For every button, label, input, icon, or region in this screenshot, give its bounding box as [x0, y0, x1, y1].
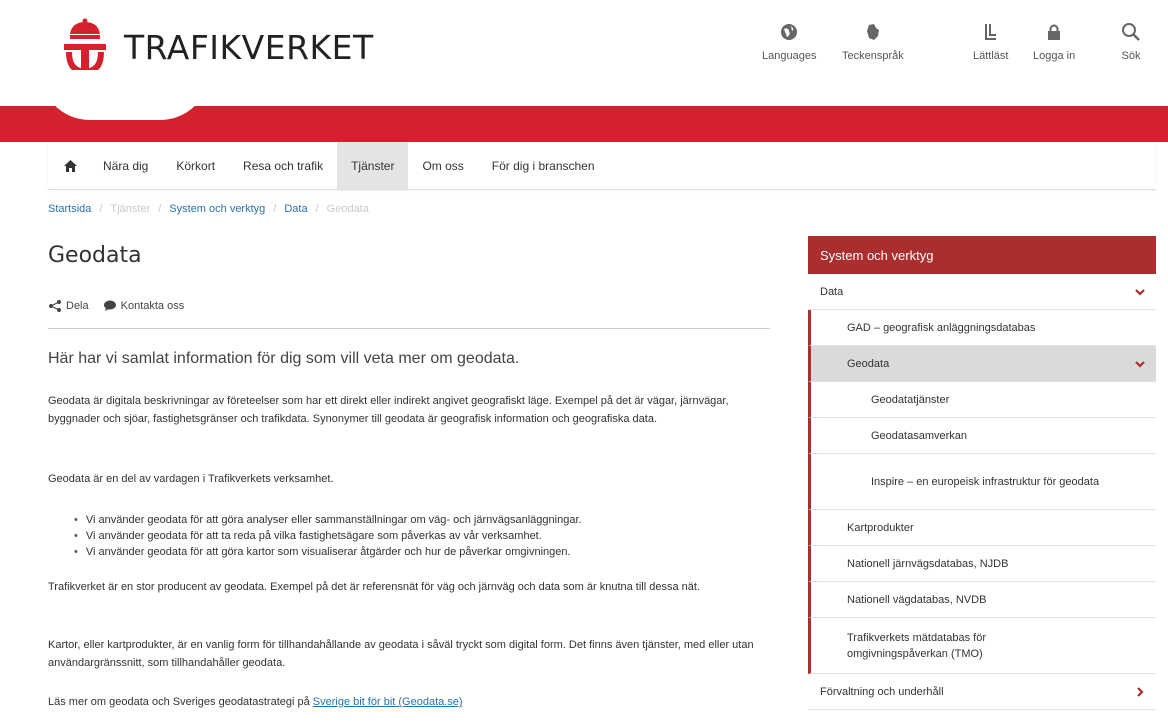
breadcrumb-separator: /	[158, 203, 162, 215]
search-label: Sök	[1121, 50, 1141, 62]
sidebar-item-geodatasamverkan[interactable]: Geodatasamverkan	[808, 418, 1156, 454]
sidebar-item-kartprodukter[interactable]: Kartprodukter	[808, 510, 1156, 546]
languages-button[interactable]: Languages	[762, 22, 816, 62]
sidebar-item-geodatatjanster[interactable]: Geodatatjänster	[808, 382, 1156, 418]
breadcrumb-data[interactable]: Data	[284, 203, 307, 215]
sidebar-item-label: Geodata	[847, 357, 890, 370]
breadcrumb-current: Geodata	[326, 203, 369, 215]
page-title: Geodata	[48, 243, 142, 268]
crown-t-icon	[64, 18, 106, 74]
divider	[48, 328, 770, 329]
sidebar-item-label: Geodatatjänster	[871, 393, 950, 406]
home-icon	[64, 159, 77, 172]
share-button[interactable]: Dela	[48, 300, 89, 312]
sidebar-item-nvdb[interactable]: Nationell vägdatabas, NVDB	[808, 582, 1156, 618]
globe-icon	[781, 24, 798, 40]
breadcrumb-startsida[interactable]: Startsida	[48, 203, 91, 215]
sidebar-item-label: Nationell järnvägsdatabas, NJDB	[847, 557, 1009, 570]
easy-read-button[interactable]: Lättläst	[973, 22, 1008, 62]
trafikverket-logo[interactable]: TRAFIKVERKET	[60, 18, 374, 76]
nav-item-om-oss[interactable]: Om oss	[408, 142, 477, 189]
nav-item-for-dig-i-branschen[interactable]: För dig i branschen	[478, 142, 609, 189]
sidebar-item-gad[interactable]: GAD – geografisk anläggningsdatabas	[808, 310, 1156, 346]
share-icon	[49, 300, 61, 312]
breadcrumb-separator: /	[315, 203, 319, 215]
login-label: Logga in	[1033, 50, 1076, 62]
sign-language-button[interactable]: Teckenspråk	[842, 22, 904, 62]
nav-item-tjanster[interactable]: Tjänster	[337, 142, 409, 189]
easy-read-icon	[984, 24, 996, 40]
languages-label: Languages	[762, 50, 817, 62]
logo-curve	[40, 70, 210, 120]
sidebar-heading[interactable]: System och verktyg	[808, 236, 1156, 274]
paragraph-kartor: Kartor, eller kartprodukter, är en vanli…	[48, 639, 754, 669]
share-label: Dela	[66, 300, 89, 312]
nav-item-korkort[interactable]: Körkort	[162, 142, 229, 189]
sign-language-label: Teckenspråk	[842, 50, 904, 62]
contact-button[interactable]: Kontakta oss	[103, 300, 185, 312]
paragraph-vardagen: Geodata är en del av vardagen i Trafikve…	[48, 473, 334, 485]
geodata-se-link[interactable]: Sverige bit för bit (Geodata.se)	[313, 696, 463, 708]
share-bar: Dela Kontakta oss	[48, 300, 198, 312]
sign-language-icon	[866, 24, 879, 40]
intro-paragraph: Geodata är digitala beskrivningar av för…	[48, 395, 729, 425]
breadcrumb: Startsida / Tjänster / System och verkty…	[48, 203, 369, 215]
sidebar-item-label: Nationell vägdatabas, NVDB	[847, 593, 987, 606]
chevron-right-icon	[1137, 686, 1144, 697]
sidebar-item-label: Inspire – en europeisk infrastruktur för…	[871, 475, 1100, 488]
bullet-list: Vi använder geodata för att göra analyse…	[74, 512, 774, 560]
lead-text: Här har vi samlat information för dig so…	[48, 350, 520, 367]
list-item: Vi använder geodata för att göra analyse…	[74, 512, 774, 528]
brand-name: TRAFIKVERKET	[124, 27, 374, 67]
sidebar-item-data[interactable]: Data	[808, 274, 1156, 310]
list-item: Vi använder geodata för att ta reda på v…	[74, 528, 774, 544]
sidebar-item-tmo[interactable]: Trafikverkets mätdatabas för omgivningsp…	[808, 618, 1156, 674]
sidebar: System och verktyg Data GAD – geografisk…	[808, 236, 1156, 710]
paragraph-las-mer: Läs mer om geodata och Sveriges geodatas…	[48, 693, 778, 711]
speech-bubble-icon	[103, 300, 116, 311]
list-item: Vi använder geodata för att göra kartor …	[74, 544, 774, 560]
breadcrumb-separator: /	[273, 203, 277, 215]
sidebar-item-label: GAD – geografisk anläggningsdatabas	[847, 321, 1036, 334]
sidebar-item-njdb[interactable]: Nationell järnvägsdatabas, NJDB	[808, 546, 1156, 582]
lock-icon	[1048, 24, 1061, 40]
main-navigation: Nära dig Körkort Resa och trafik Tjänste…	[48, 142, 1156, 190]
chevron-down-icon	[1135, 288, 1145, 296]
paragraph-producent: Trafikverket är en stor producent av geo…	[48, 581, 701, 593]
sidebar-item-label: Förvaltning och underhåll	[820, 685, 944, 698]
sidebar-item-label: Trafikverkets mätdatabas för omgivningsp…	[847, 631, 986, 660]
sidebar-item-forvaltning[interactable]: Förvaltning och underhåll	[808, 674, 1156, 710]
sidebar-item-inspire[interactable]: Inspire – en europeisk infrastruktur för…	[808, 454, 1156, 510]
nav-home[interactable]	[48, 142, 89, 189]
read-more-text: Läs mer om geodata och Sveriges geodatas…	[48, 696, 313, 708]
nav-item-resa-och-trafik[interactable]: Resa och trafik	[229, 142, 337, 189]
search-icon	[1122, 23, 1140, 41]
breadcrumb-system-och-verktyg[interactable]: System och verktyg	[169, 203, 265, 215]
sidebar-item-label: Kartprodukter	[847, 521, 914, 534]
login-button[interactable]: Logga in	[1033, 22, 1075, 62]
breadcrumb-separator: /	[99, 203, 103, 215]
breadcrumb-tjanster[interactable]: Tjänster	[110, 203, 150, 215]
contact-label: Kontakta oss	[120, 300, 185, 312]
search-button[interactable]: Sök	[1121, 22, 1141, 62]
easy-read-label: Lättläst	[973, 50, 1009, 62]
chevron-down-icon	[1135, 360, 1145, 368]
sidebar-item-label: Geodatasamverkan	[871, 429, 967, 442]
sidebar-item-label: Data	[820, 285, 844, 298]
sidebar-item-geodata[interactable]: Geodata	[808, 346, 1156, 382]
nav-item-nara-dig[interactable]: Nära dig	[89, 142, 162, 189]
